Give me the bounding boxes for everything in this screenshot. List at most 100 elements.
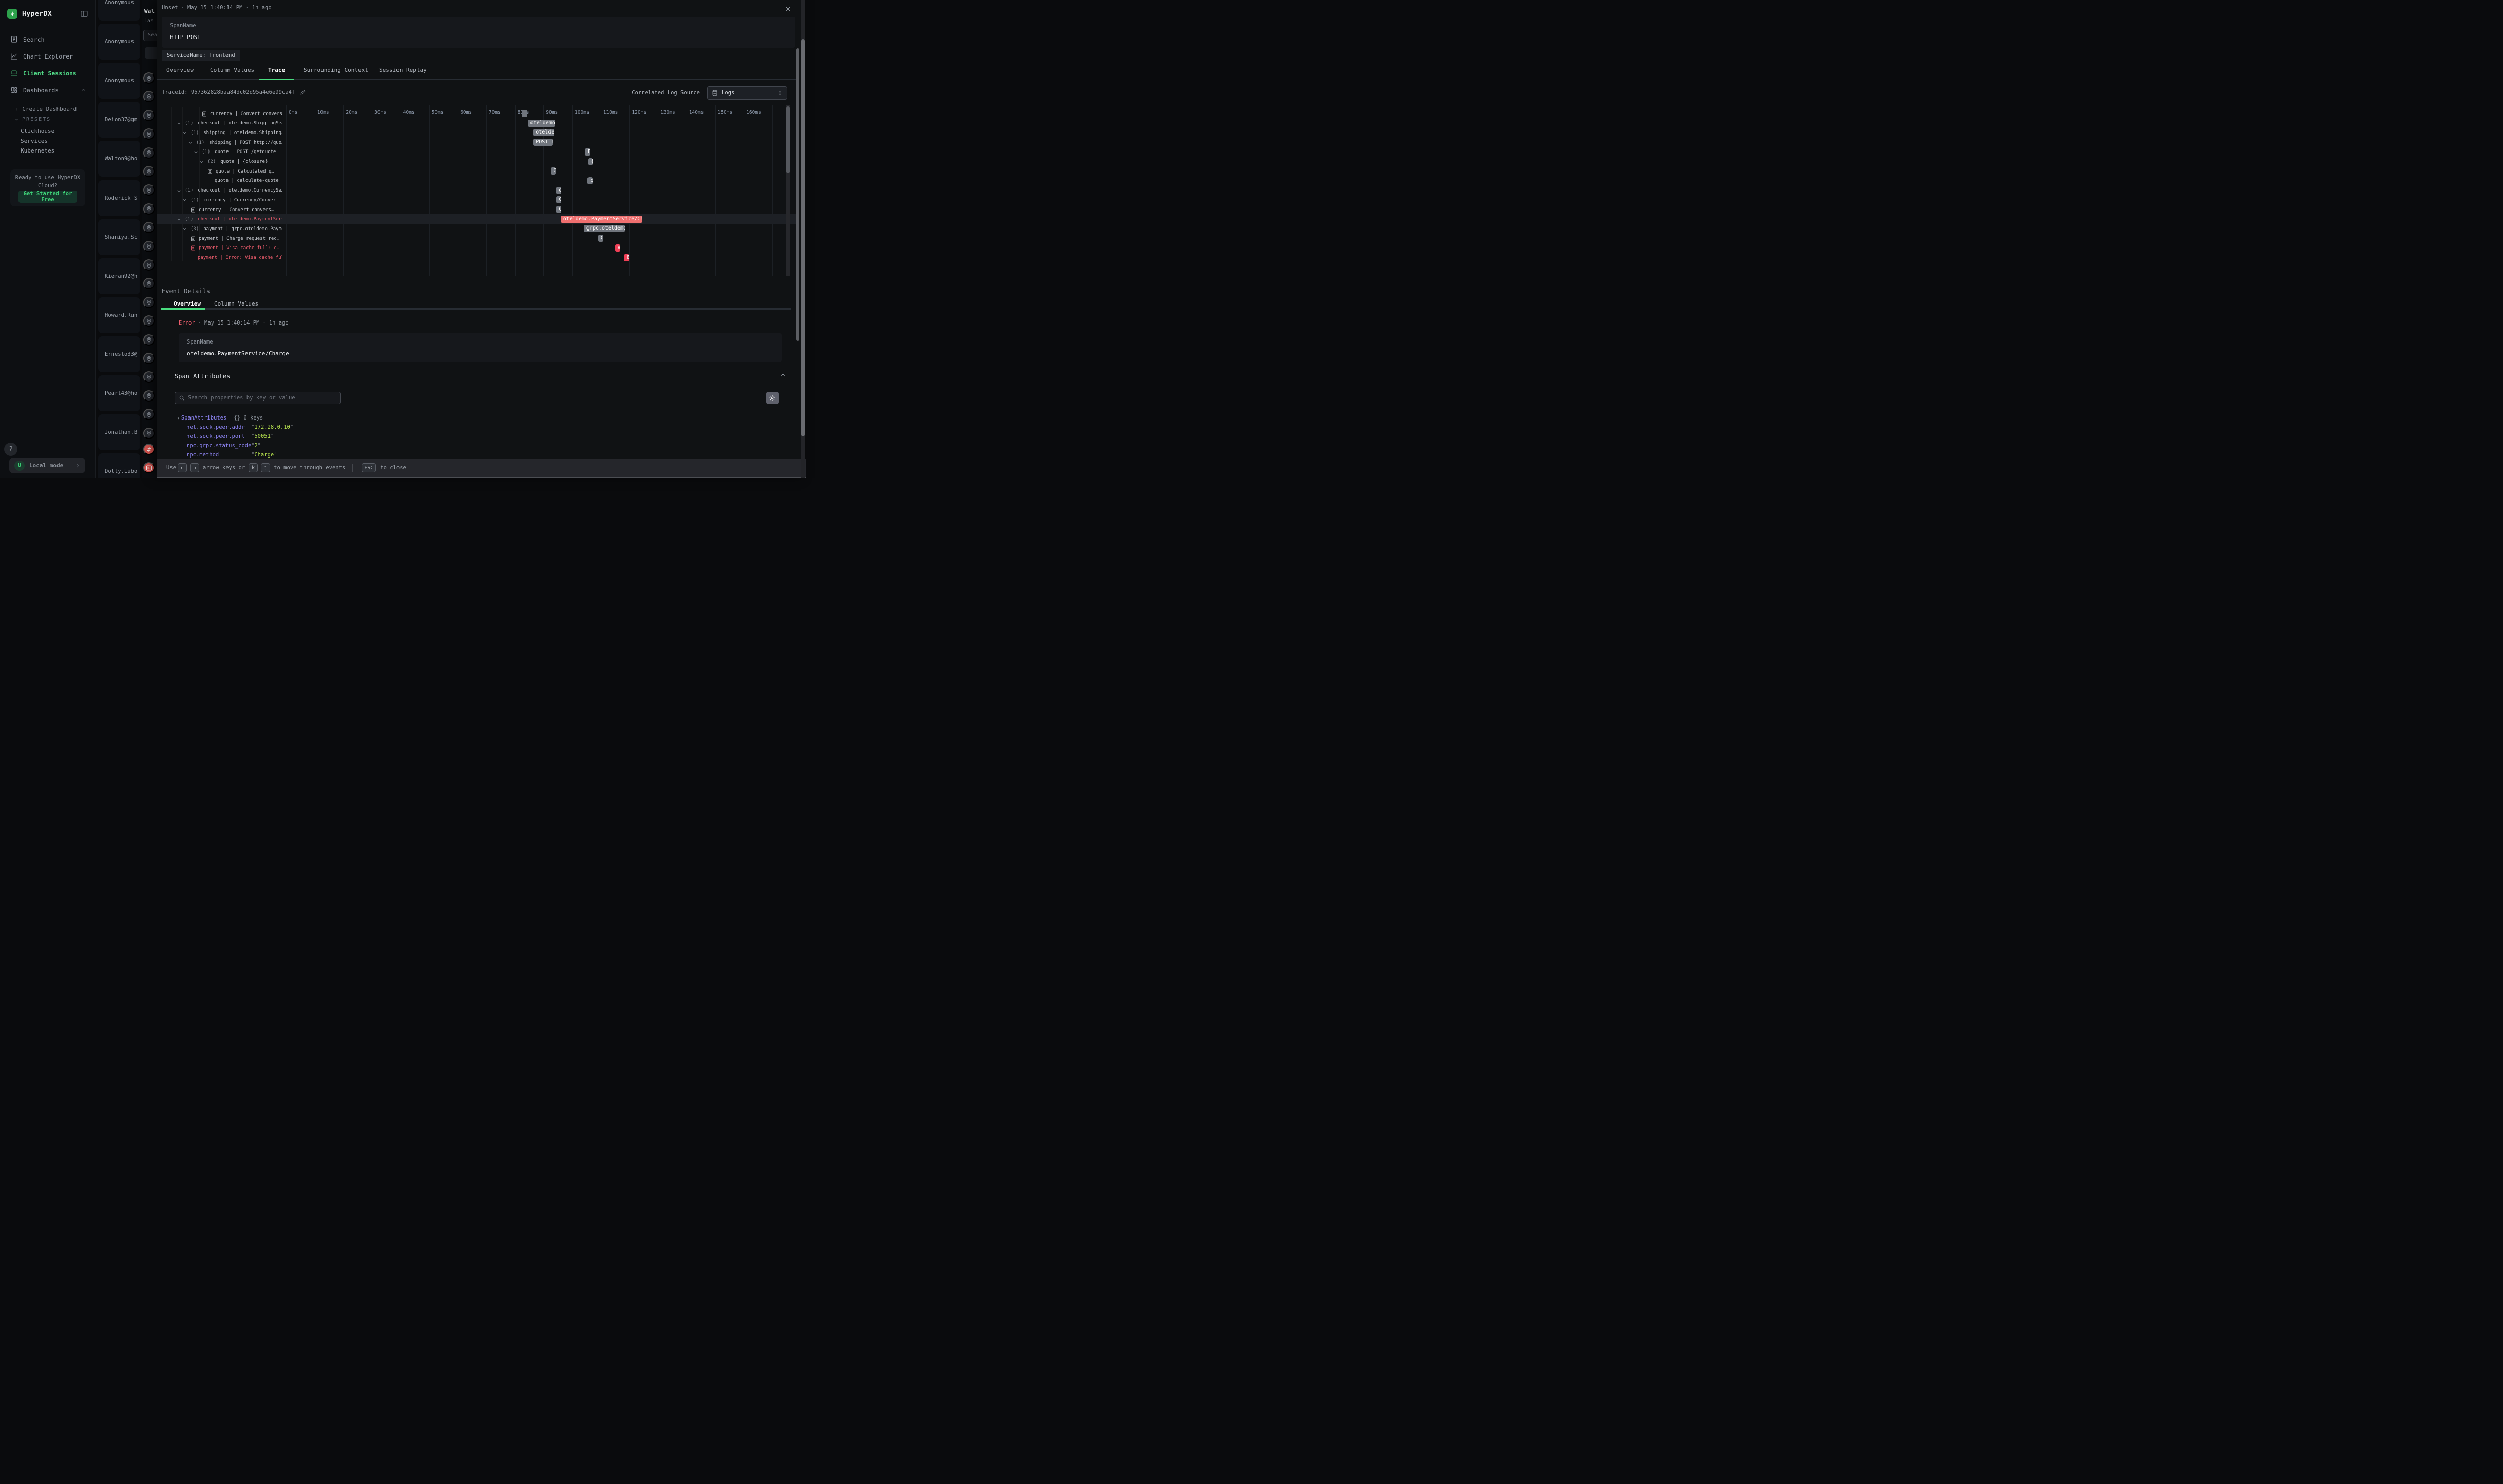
chevron-down-icon[interactable] bbox=[182, 198, 187, 202]
chevron-down-icon[interactable] bbox=[194, 150, 198, 155]
scrollbar-thumb[interactable] bbox=[786, 106, 790, 173]
event-tab-column-values[interactable]: Column Values bbox=[214, 300, 258, 307]
span-duration-bar[interactable]: grpc.oteldemo.P bbox=[584, 225, 625, 232]
tab-session-replay[interactable]: Session Replay bbox=[379, 67, 427, 73]
preset-item-clickhouse[interactable]: Clickhouse bbox=[21, 126, 87, 136]
tab-overview[interactable]: Overview bbox=[166, 67, 194, 73]
sidebar-item-chart-explorer[interactable]: Chart Explorer bbox=[0, 48, 96, 65]
span-duration-bar[interactable]: oteldemo.Sh bbox=[528, 120, 555, 127]
span-duration-bar[interactable]: C bbox=[556, 196, 561, 203]
span-duration-bar[interactable]: V bbox=[615, 244, 620, 252]
span-duration-bar[interactable]: oteldemo. bbox=[533, 129, 554, 136]
chevron-down-icon[interactable] bbox=[188, 140, 193, 145]
presets-toggle[interactable]: PRESETS bbox=[14, 117, 51, 122]
sidebar-item-search[interactable]: Search bbox=[0, 31, 96, 48]
map-pin-icon[interactable] bbox=[143, 278, 155, 289]
tab-trace[interactable]: Trace bbox=[268, 67, 285, 73]
session-list-item[interactable]: Anonymous bbox=[98, 24, 140, 60]
service-name-chip[interactable]: ServiceName: frontend bbox=[162, 50, 240, 61]
panel-scrollbar-thumb[interactable] bbox=[796, 48, 799, 341]
span-duration-bar[interactable]: c bbox=[587, 177, 593, 184]
session-list-item[interactable]: Walton9@ho bbox=[98, 141, 140, 177]
waterfall-row[interactable]: payment | Error: Visa cache ful… bbox=[157, 253, 282, 263]
waterfall-row[interactable]: currency | Convert convers… bbox=[157, 205, 282, 215]
attribute-key[interactable]: rpc.method bbox=[186, 452, 219, 458]
waterfall-row[interactable]: (3)payment | grpc.oteldemo.Paymen… bbox=[157, 224, 282, 234]
sidebar-item-client-sessions[interactable]: Client Sessions bbox=[0, 65, 96, 82]
span-duration-bar[interactable]: P bbox=[585, 148, 590, 156]
map-pin-icon[interactable] bbox=[143, 428, 155, 439]
span-duration-bar[interactable]: C bbox=[598, 235, 603, 242]
network-error-event-icon[interactable] bbox=[143, 444, 155, 455]
event-tab-overview[interactable]: Overview bbox=[174, 300, 201, 307]
chevron-down-icon[interactable] bbox=[182, 226, 187, 231]
tab-column-values[interactable]: Column Values bbox=[210, 67, 254, 73]
waterfall-row[interactable]: payment | Charge request rec… bbox=[157, 234, 282, 243]
session-list-item[interactable]: Anonymous bbox=[98, 0, 140, 21]
map-pin-icon[interactable] bbox=[143, 409, 155, 420]
map-pin-icon[interactable] bbox=[143, 128, 155, 140]
map-pin-icon[interactable] bbox=[143, 241, 155, 252]
span-duration-bar[interactable]: { bbox=[588, 158, 593, 165]
waterfall-row[interactable]: (1)quote | POST /getquote bbox=[157, 147, 282, 157]
close-icon[interactable] bbox=[784, 5, 792, 13]
map-pin-icon[interactable] bbox=[143, 259, 155, 271]
map-pin-icon[interactable] bbox=[143, 334, 155, 346]
map-pin-icon[interactable] bbox=[143, 166, 155, 177]
map-pin-icon[interactable] bbox=[143, 315, 155, 327]
map-pin-icon[interactable] bbox=[143, 147, 155, 159]
span-duration-bar[interactable]: C bbox=[556, 206, 561, 213]
waterfall-row[interactable]: quote | calculate-quote bbox=[157, 176, 282, 186]
log-source-select[interactable]: Logs bbox=[707, 86, 787, 100]
session-list-item[interactable]: Deion37@gm bbox=[98, 102, 140, 138]
session-detail-search-input[interactable]: Sea bbox=[143, 30, 157, 41]
chevron-down-icon[interactable] bbox=[182, 130, 187, 135]
span-duration-bar[interactable]: o bbox=[556, 187, 561, 194]
session-list-item[interactable]: Shaniya.Sc bbox=[98, 219, 140, 255]
span-duration-bar[interactable]: POST ht bbox=[533, 139, 553, 146]
session-list-item[interactable]: Roderick_S bbox=[98, 180, 140, 216]
session-list-item[interactable]: Anonymous bbox=[98, 63, 140, 99]
span-duration-bar[interactable]: C bbox=[551, 167, 556, 175]
session-list-item[interactable]: Jonathan.B bbox=[98, 414, 140, 450]
page-scrollbar[interactable] bbox=[801, 0, 805, 478]
gear-icon[interactable] bbox=[766, 392, 779, 404]
map-pin-icon[interactable] bbox=[143, 110, 155, 121]
waterfall-row[interactable]: currency | Convert convers… bbox=[157, 109, 282, 119]
chevron-down-icon[interactable] bbox=[177, 121, 181, 126]
chevron-down-icon[interactable] bbox=[177, 188, 181, 193]
span-duration-bar[interactable] bbox=[522, 110, 527, 117]
sidebar-item-dashboards[interactable]: Dashboards bbox=[0, 82, 96, 99]
map-pin-icon[interactable] bbox=[143, 91, 155, 102]
get-started-button[interactable]: Get Started for Free bbox=[18, 191, 77, 203]
map-pin-icon[interactable] bbox=[143, 371, 155, 383]
map-pin-icon[interactable] bbox=[143, 184, 155, 196]
map-pin-icon[interactable] bbox=[143, 203, 155, 215]
session-list-item[interactable]: Kieran92@h bbox=[98, 258, 140, 294]
session-list-item[interactable]: Howard.Run bbox=[98, 297, 140, 333]
attribute-search-input[interactable] bbox=[188, 395, 337, 401]
waterfall-row[interactable]: (2)quote | {closure} bbox=[157, 157, 282, 167]
map-pin-icon[interactable] bbox=[143, 222, 155, 233]
attribute-key[interactable]: net.sock.peer.addr bbox=[186, 424, 245, 430]
attribute-key[interactable]: net.sock.peer.port bbox=[186, 433, 245, 440]
map-pin-icon[interactable] bbox=[143, 353, 155, 364]
waterfall-row[interactable]: (1)checkout | oteldemo.CurrencySe… bbox=[157, 186, 282, 196]
map-pin-icon[interactable] bbox=[143, 72, 155, 84]
waterfall-row[interactable]: quote | Calculated q… bbox=[157, 166, 282, 176]
map-pin-icon[interactable] bbox=[143, 390, 155, 402]
waterfall-scrollbar[interactable] bbox=[786, 105, 790, 276]
map-pin-icon[interactable] bbox=[143, 297, 155, 308]
tab-surrounding-context[interactable]: Surrounding Context bbox=[304, 67, 368, 73]
waterfall-row[interactable]: payment | Visa cache full: c… bbox=[157, 243, 282, 253]
session-list-item[interactable]: Ernesto33@ bbox=[98, 336, 140, 372]
collapse-section-icon[interactable] bbox=[780, 372, 786, 378]
waterfall-row[interactable]: (1)shipping | POST http://quo… bbox=[157, 138, 282, 147]
sidebar-collapse-icon[interactable] bbox=[80, 10, 88, 18]
waterfall-row[interactable]: (1)checkout | oteldemo.PaymentServi… bbox=[157, 215, 282, 224]
session-list-item[interactable]: Dolly.Lubo bbox=[98, 453, 140, 478]
chevron-down-icon[interactable] bbox=[199, 160, 204, 164]
waterfall-row[interactable]: (1)currency | Currency/Convert bbox=[157, 195, 282, 205]
scrollbar-thumb[interactable] bbox=[801, 39, 805, 436]
attribute-group-row[interactable]: ▾ SpanAttributes {} 6 keys bbox=[177, 415, 263, 421]
